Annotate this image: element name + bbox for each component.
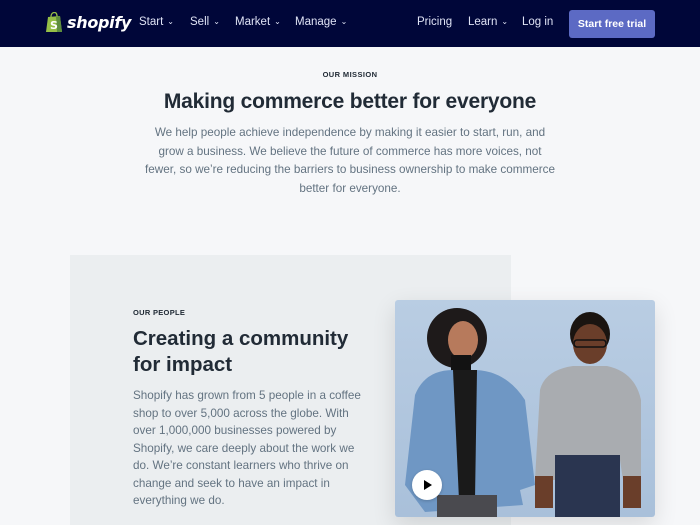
top-navigation: S shopify Start ⌄ Sell ⌄ Market ⌄ Manage ⌄ P… <box>0 0 700 47</box>
chevron-down-icon: ⌄ <box>501 16 509 26</box>
chevron-down-icon: ⌄ <box>274 16 281 26</box>
nav-pricing[interactable]: Pricing <box>417 16 452 28</box>
mission-eyebrow: OUR MISSION <box>322 70 378 79</box>
nav-manage[interactable]: Manage ⌄ <box>295 16 347 28</box>
nav-learn[interactable]: Learn ⌄ <box>468 16 508 28</box>
logo-wordmark: shopify <box>67 13 132 32</box>
shopify-logo[interactable]: S shopify <box>45 12 131 33</box>
start-free-trial-button[interactable]: Start free trial <box>569 10 655 38</box>
mission-body: We help people achieve independence by m… <box>145 126 555 195</box>
nav-login[interactable]: Log in <box>522 16 553 28</box>
nav-start-label: Start <box>139 16 164 28</box>
chevron-down-icon: ⌄ <box>167 16 174 26</box>
nav-learn-label: Learn <box>468 16 498 28</box>
people-eyebrow: OUR PEOPLE <box>133 308 186 317</box>
play-video-button[interactable] <box>412 470 442 500</box>
nav-market-label: Market <box>235 16 271 28</box>
svg-text:S: S <box>50 19 58 32</box>
nav-sell-label: Sell <box>190 16 210 28</box>
play-icon <box>424 480 432 490</box>
mission-title: Making commerce better for everyone <box>163 90 537 113</box>
people-title: Creating a community for impact <box>133 327 349 376</box>
chevron-down-icon: ⌄ <box>340 16 348 26</box>
nav-sell[interactable]: Sell ⌄ <box>190 16 220 28</box>
shopping-bag-icon: S <box>45 12 63 33</box>
nav-manage-label: Manage <box>295 16 337 28</box>
people-body: Shopify has grown from 5 people in a cof… <box>133 389 361 507</box>
nav-market[interactable]: Market ⌄ <box>235 16 281 28</box>
chevron-down-icon: ⌄ <box>213 16 220 26</box>
nav-start[interactable]: Start ⌄ <box>139 16 174 28</box>
nav-login-label: Log in <box>522 16 554 28</box>
nav-pricing-label: Pricing <box>417 16 453 28</box>
